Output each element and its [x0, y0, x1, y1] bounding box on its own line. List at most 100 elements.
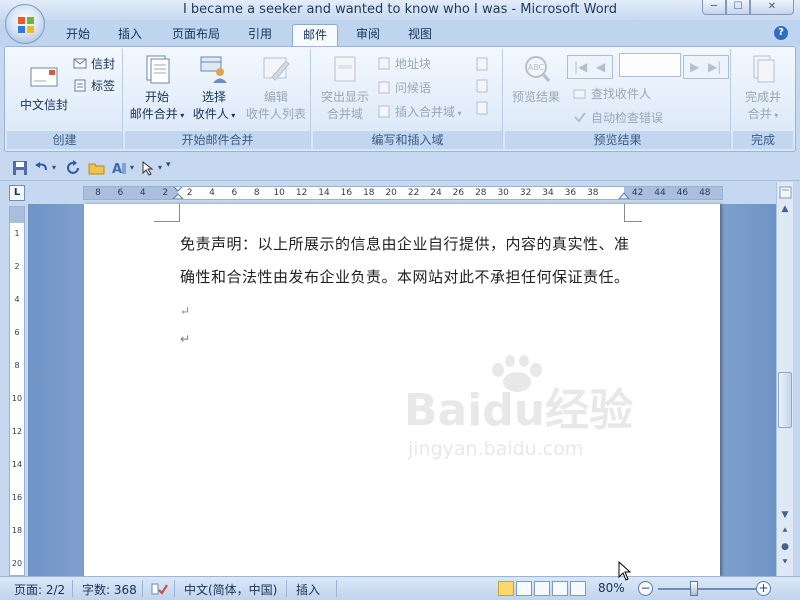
insert-mode-indicator[interactable]: 插入	[296, 581, 320, 598]
right-indent-marker-icon[interactable]	[618, 188, 630, 200]
office-button[interactable]	[5, 4, 45, 44]
highlight-fields-icon	[334, 56, 356, 82]
quick-access-toolbar: ▾ A ▾ ▾ ▾	[0, 154, 800, 181]
vertical-ruler-number: 10	[11, 394, 23, 403]
previous-record-icon[interactable]: ◀	[596, 60, 605, 74]
finish-merge-button[interactable]: 完成并 合并 ▾	[735, 53, 791, 124]
undo-icon[interactable]	[34, 160, 50, 176]
find-recipient-button[interactable]: 查找收件人	[573, 85, 651, 103]
page-count[interactable]: 页面: 2/2	[14, 581, 65, 598]
select-line1: 选择	[201, 90, 226, 104]
empty-paragraph-mark-icon[interactable]: ↵	[180, 332, 190, 346]
crop-mark-left	[154, 204, 180, 222]
tab-view[interactable]: 视图	[402, 24, 438, 46]
first-previous-record-buttons[interactable]: |◀ ◀	[567, 55, 613, 79]
record-number-input[interactable]	[619, 53, 681, 77]
insert-merge-field-button[interactable]: 插入合并域 ▾	[377, 103, 462, 121]
watermark-url: jingyan.baidu.com	[408, 438, 584, 460]
redo-icon[interactable]	[66, 160, 82, 176]
maximize-button[interactable]: ☐	[726, 0, 750, 15]
save-icon[interactable]	[12, 160, 28, 176]
ribbon: 中文信封 信封 标签 创建 开始 邮件合并 ▾ 选择 收件人 ▾ 编辑 收件人列…	[4, 46, 796, 152]
draft-view-button[interactable]	[570, 581, 586, 596]
next-page-icon[interactable]: ⯆	[778, 556, 792, 570]
ruler-toggle-icon[interactable]	[779, 186, 792, 199]
tab-references[interactable]: 引用	[242, 24, 278, 46]
title-bar: I became a seeker and wanted to know who…	[0, 0, 800, 20]
close-button[interactable]: ✕	[750, 0, 794, 15]
vertical-ruler-number: 8	[14, 361, 20, 370]
next-record-icon[interactable]: ▶	[690, 60, 699, 74]
edit-line2: 收件人列表	[245, 107, 306, 121]
zoom-level[interactable]: 80%	[598, 581, 625, 595]
update-labels-icon[interactable]	[475, 101, 491, 115]
undo-dropdown-icon[interactable]: ▾	[52, 163, 56, 179]
last-record-icon[interactable]: ▶|	[708, 60, 721, 74]
text-direction-dropdown-icon[interactable]: ▾	[130, 163, 134, 179]
tab-review[interactable]: 审阅	[350, 24, 386, 46]
word-count[interactable]: 字数: 368	[82, 581, 137, 598]
crop-mark-right	[624, 204, 642, 222]
zoom-out-button[interactable]: −	[638, 581, 653, 596]
start-mail-merge-button[interactable]: 开始 邮件合并 ▾	[129, 53, 185, 124]
preview-results-button[interactable]: ABC 预览结果	[507, 53, 565, 106]
help-icon[interactable]: ?	[774, 26, 788, 40]
tab-mailings[interactable]: 邮件	[292, 24, 338, 46]
document-page[interactable]: 免责声明：以上所展示的信息由企业自行提供，内容的真实性、准确性和合法性由发布企业…	[84, 204, 720, 576]
chinese-envelope-label: 中文信封	[19, 98, 68, 112]
group-preview-label: 预览结果	[505, 131, 730, 149]
match-fields-icon[interactable]	[475, 79, 491, 93]
print-layout-view-button[interactable]	[498, 581, 514, 596]
ruler-number: 4	[139, 188, 146, 198]
minimize-button[interactable]: ─	[702, 0, 726, 15]
tab-insert[interactable]: 插入	[112, 24, 148, 46]
tab-page-layout[interactable]: 页面布局	[166, 24, 226, 46]
zoom-slider-thumb[interactable]	[690, 581, 698, 596]
tab-home[interactable]: 开始	[60, 24, 96, 46]
vertical-ruler[interactable]: 1 2 4 6 8 10 12 14 16 18 20	[9, 206, 25, 576]
edit-recipient-list-button[interactable]: 编辑 收件人列表	[241, 53, 311, 123]
top-margin-area	[10, 207, 24, 223]
scroll-up-icon[interactable]: ▲	[778, 202, 792, 216]
previous-page-icon[interactable]: ⯅	[778, 524, 792, 538]
pointer-tool-icon[interactable]	[140, 160, 158, 176]
zoom-slider-track[interactable]	[658, 588, 758, 590]
proofing-icon[interactable]	[150, 581, 168, 597]
select-browse-object-icon[interactable]: ●	[778, 540, 792, 554]
envelopes-button[interactable]: 信封	[73, 55, 115, 73]
horizontal-ruler[interactable]: 8 6 4 2 2 4 6 8 10 12 14 16 18 20 22 24 26 28 30 32 34 36 38 42…	[83, 186, 723, 200]
next-last-record-buttons[interactable]: ▶ ▶|	[683, 55, 729, 79]
outline-view-button[interactable]	[552, 581, 568, 596]
finish-line1: 完成并	[744, 90, 781, 104]
chinese-envelope-button[interactable]: 中文信封	[11, 53, 77, 114]
auto-check-errors-button[interactable]: 自动检查错误	[573, 109, 663, 127]
first-record-icon[interactable]: |◀	[574, 60, 587, 74]
highlight-merge-fields-button[interactable]: 突出显示 合并域	[315, 53, 375, 123]
ruler-number: 26	[452, 188, 465, 198]
auto-check-label: 自动检查错误	[591, 111, 664, 125]
greeting-line-button[interactable]: 问候语	[377, 79, 431, 97]
ruler-number: 22	[407, 188, 420, 198]
language-indicator[interactable]: 中文(简体，中国)	[184, 581, 277, 598]
finish-line2: 合并	[747, 107, 772, 121]
zoom-in-button[interactable]: +	[756, 581, 771, 596]
ruler-number: 10	[273, 188, 285, 198]
scroll-down-icon[interactable]: ▼	[778, 508, 792, 522]
open-folder-icon[interactable]	[88, 160, 106, 176]
pointer-dropdown-icon[interactable]: ▾	[158, 163, 162, 179]
customize-qat-icon[interactable]: ▾	[166, 160, 171, 176]
labels-button[interactable]: 标签	[73, 77, 115, 95]
scroll-thumb[interactable]	[778, 372, 792, 428]
tab-selector-button[interactable]: L	[9, 185, 25, 201]
address-block-button[interactable]: 地址块	[377, 55, 431, 73]
rules-icon[interactable]	[475, 57, 491, 71]
document-area: 免责声明：以上所展示的信息由企业自行提供，内容的真实性、准确性和合法性由发布企业…	[28, 204, 776, 576]
full-screen-reading-view-button[interactable]	[516, 581, 532, 596]
web-layout-view-button[interactable]	[534, 581, 550, 596]
vertical-scrollbar[interactable]: ▲ ▼ ⯅ ● ⯆	[776, 182, 793, 576]
ribbon-tabs: 开始 插入 页面布局 引用 邮件 审阅 视图 ?	[0, 20, 800, 46]
text-direction-icon[interactable]: A	[112, 160, 130, 176]
status-divider	[336, 580, 337, 597]
select-recipients-button[interactable]: 选择 收件人 ▾	[189, 53, 239, 124]
disclaimer-paragraph[interactable]: 免责声明：以上所展示的信息由企业自行提供，内容的真实性、准确性和合法性由发布企业…	[180, 228, 632, 328]
